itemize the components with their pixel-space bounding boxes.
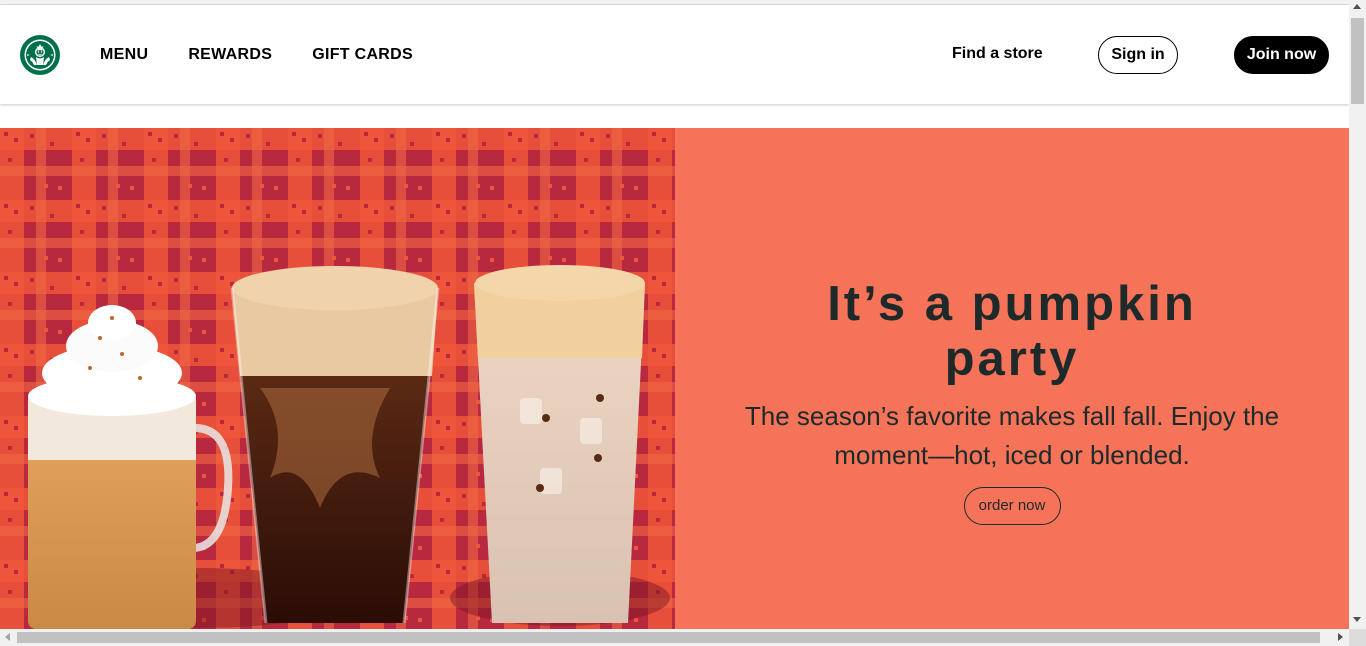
pumpkin-spice-drinks-image [0,128,675,629]
hero-section: It’s a pumpkin party The season’s favori… [0,128,1349,629]
horizontal-scroll-thumb[interactable] [17,632,1320,643]
scroll-up-arrow-icon[interactable] [1353,4,1361,9]
horizontal-scrollbar[interactable] [0,629,1349,646]
nav-link-gift-cards[interactable]: GIFT CARDS [312,46,413,64]
vertical-scrollbar[interactable] [1349,0,1366,629]
primary-nav: MENU REWARDS GIFT CARDS [100,5,413,104]
order-now-button[interactable]: order now [963,486,1061,525]
nav-link-menu[interactable]: MENU [100,46,148,64]
starbucks-logo-icon[interactable] [20,35,60,75]
scroll-right-arrow-icon[interactable] [1338,633,1343,641]
sign-in-button[interactable]: Sign in [1098,36,1178,74]
nav-link-rewards[interactable]: REWARDS [188,46,272,64]
global-nav: MENU REWARDS GIFT CARDS Find a store Sig… [0,5,1349,104]
scroll-down-arrow-icon[interactable] [1353,617,1361,622]
hero-body: The season’s favorite makes fall fall. E… [744,400,1280,470]
vertical-scroll-thumb[interactable] [1351,18,1364,104]
hero-title: It’s a pumpkin party [827,276,1197,386]
page: MENU REWARDS GIFT CARDS Find a store Sig… [0,0,1349,629]
find-store-link[interactable]: Find a store [952,45,1043,63]
scrollbar-corner [1349,629,1366,646]
scroll-left-arrow-icon[interactable] [5,633,10,641]
join-now-button[interactable]: Join now [1234,36,1329,74]
hero-content: It’s a pumpkin party The season’s favori… [675,128,1349,629]
